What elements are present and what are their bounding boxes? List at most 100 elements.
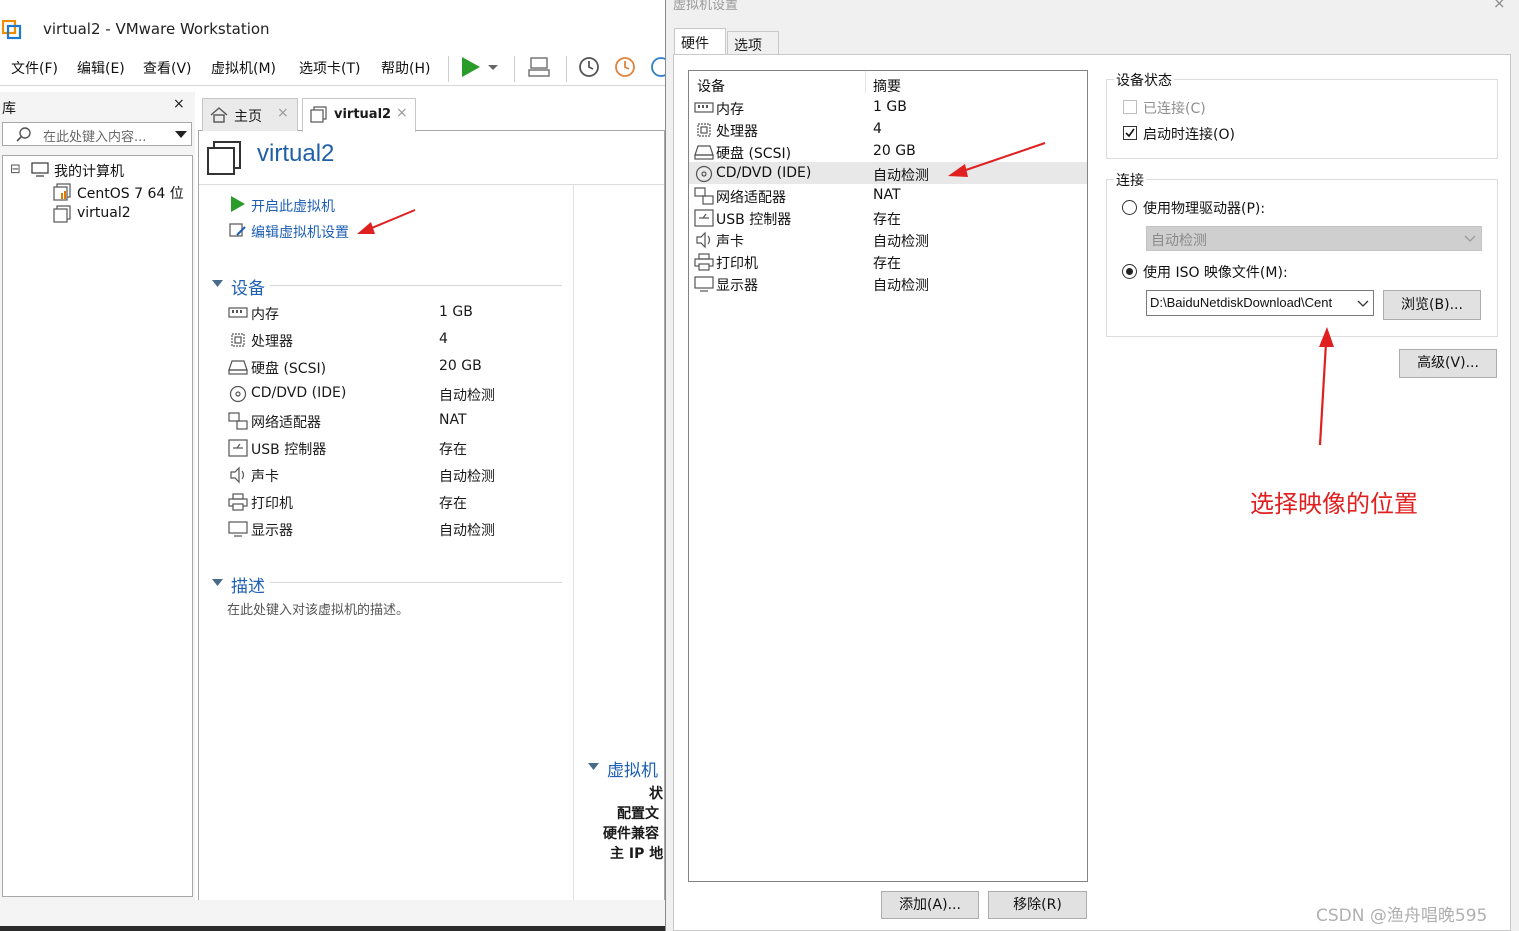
list-summary-processor: 4: [873, 121, 882, 137]
section-divider: [270, 285, 562, 286]
annotation-arrow-icon: [357, 209, 416, 234]
dialog-close-icon[interactable]: ×: [1493, 0, 1506, 12]
list-header-device[interactable]: 设备: [697, 76, 725, 96]
list-summary-cd-dvd: 自动检测: [873, 168, 929, 184]
column-divider: [865, 71, 866, 93]
browse-button[interactable]: 浏览(B)...: [1383, 290, 1481, 320]
snapshot-manager-icon[interactable]: [648, 54, 665, 80]
display-icon: [694, 276, 714, 292]
checkmark-icon: [1125, 128, 1135, 138]
memory-icon: [228, 307, 248, 318]
network-adapter-icon: [228, 412, 248, 430]
list-item-printer[interactable]: 打印机: [716, 253, 758, 273]
description-placeholder[interactable]: 在此处键入对该虚拟机的描述。: [227, 599, 409, 618]
menu-help[interactable]: 帮助(H): [381, 58, 430, 78]
list-item-hard-disk[interactable]: 硬盘 (SCSI): [716, 143, 791, 163]
library-tree: [2, 155, 193, 897]
tree-item-centos[interactable]: CentOS 7 64 位: [77, 183, 184, 203]
menu-file[interactable]: 文件(F): [11, 58, 58, 78]
add-device-button[interactable]: 添加(A)...: [881, 891, 979, 919]
device-name-usb[interactable]: USB 控制器: [251, 439, 326, 459]
tab-virtual2-close-icon[interactable]: ×: [396, 105, 408, 121]
processor-icon: [697, 123, 711, 137]
collapse-arrow-icon[interactable]: [211, 578, 224, 588]
collapse-arrow-icon[interactable]: [587, 762, 600, 772]
connected-label: 已连接(C): [1143, 101, 1206, 117]
devices-heading[interactable]: 设备: [231, 274, 265, 299]
device-name-sound[interactable]: 声卡: [251, 466, 279, 486]
search-icon: [16, 127, 31, 142]
vm-icon: [310, 106, 327, 123]
power-on-icon[interactable]: [458, 54, 484, 80]
device-value-usb: 存在: [439, 442, 467, 458]
remove-device-button[interactable]: 移除(R): [988, 891, 1087, 919]
connect-at-power-on-checkbox[interactable]: [1123, 126, 1137, 140]
connected-checkbox[interactable]: [1123, 100, 1137, 114]
list-item-network[interactable]: 网络适配器: [716, 187, 786, 207]
printer-icon: [694, 253, 714, 271]
sound-card-icon: [230, 466, 245, 484]
list-item-cd-dvd[interactable]: CD/DVD (IDE): [716, 165, 811, 181]
edit-settings-icon[interactable]: [229, 221, 247, 239]
list-item-sound[interactable]: 声卡: [716, 231, 744, 251]
device-status-title: 设备状态: [1114, 70, 1174, 90]
tab-home-close-icon[interactable]: ×: [277, 105, 289, 121]
list-summary-display: 自动检测: [873, 278, 929, 294]
device-name-network[interactable]: 网络适配器: [251, 412, 321, 432]
tree-expander-icon[interactable]: ⊟: [10, 162, 21, 177]
device-value-printer: 存在: [439, 496, 467, 512]
send-ctrl-alt-del-icon[interactable]: [526, 54, 552, 80]
connection-title: 连接: [1114, 170, 1146, 190]
chevron-down-icon: [1464, 235, 1476, 242]
collapse-arrow-icon[interactable]: [211, 279, 224, 289]
power-on-icon[interactable]: [229, 195, 247, 213]
device-value-processor: 4: [439, 331, 448, 347]
tree-item-my-computer[interactable]: 我的计算机: [54, 161, 124, 181]
advanced-button[interactable]: 高级(V)...: [1399, 349, 1497, 378]
list-summary-hard-disk: 20 GB: [873, 143, 916, 159]
power-on-vm-link[interactable]: 开启此虚拟机: [251, 196, 335, 216]
physical-drive-radio[interactable]: [1122, 200, 1137, 215]
device-status-group: [1106, 79, 1498, 159]
list-item-processor[interactable]: 处理器: [716, 121, 758, 141]
dialog-title: 虚拟机设置: [673, 0, 739, 13]
watermark: CSDN @渔舟唱晚595: [1316, 906, 1488, 926]
physical-drive-label: 使用物理驱动器(P):: [1143, 201, 1266, 217]
display-icon: [228, 521, 248, 537]
menu-vm[interactable]: 虚拟机(M): [211, 58, 276, 78]
vm-details-heading[interactable]: 虚拟机: [607, 756, 658, 781]
list-item-display[interactable]: 显示器: [716, 275, 758, 295]
list-item-memory[interactable]: 内存: [716, 99, 744, 119]
device-name-printer[interactable]: 打印机: [251, 493, 293, 513]
tab-home-label: 主页: [234, 109, 262, 125]
menu-view[interactable]: 查看(V): [143, 58, 192, 78]
description-heading[interactable]: 描述: [231, 572, 265, 597]
taskbar-edge: [0, 926, 665, 931]
vm-large-icon: [207, 141, 241, 175]
tree-item-virtual2[interactable]: virtual2: [77, 205, 131, 221]
iso-path-value: D:\BaiduNetdiskDownload\Cent: [1150, 295, 1333, 310]
usb-controller-icon: [228, 439, 248, 457]
device-name-memory[interactable]: 内存: [251, 304, 279, 324]
revert-snapshot-icon[interactable]: [612, 54, 638, 80]
snapshot-icon[interactable]: [576, 54, 602, 80]
device-value-display: 自动检测: [439, 523, 495, 539]
toolbar-separator: [566, 56, 567, 82]
device-name-hard-disk[interactable]: 硬盘 (SCSI): [251, 358, 326, 378]
chevron-down-icon[interactable]: [174, 128, 188, 140]
list-item-usb[interactable]: USB 控制器: [716, 209, 791, 229]
device-name-cd-dvd[interactable]: CD/DVD (IDE): [251, 385, 346, 401]
menu-edit[interactable]: 编辑(E): [77, 58, 125, 78]
iso-image-radio[interactable]: [1122, 264, 1137, 279]
power-dropdown-icon[interactable]: [486, 54, 500, 80]
device-name-display[interactable]: 显示器: [251, 520, 293, 540]
menu-tabs[interactable]: 选项卡(T): [299, 58, 360, 78]
window-title: virtual2 - VMware Workstation: [43, 20, 270, 38]
device-name-processor[interactable]: 处理器: [251, 331, 293, 351]
list-header-summary[interactable]: 摘要: [873, 76, 901, 96]
library-search-placeholder: 在此处键入内容...: [43, 130, 147, 145]
library-close-button[interactable]: ×: [173, 96, 185, 112]
chevron-down-icon[interactable]: [1357, 298, 1369, 308]
device-value-cd-dvd: 自动检测: [439, 388, 495, 404]
edit-vm-settings-link[interactable]: 编辑虚拟机设置: [251, 222, 349, 242]
